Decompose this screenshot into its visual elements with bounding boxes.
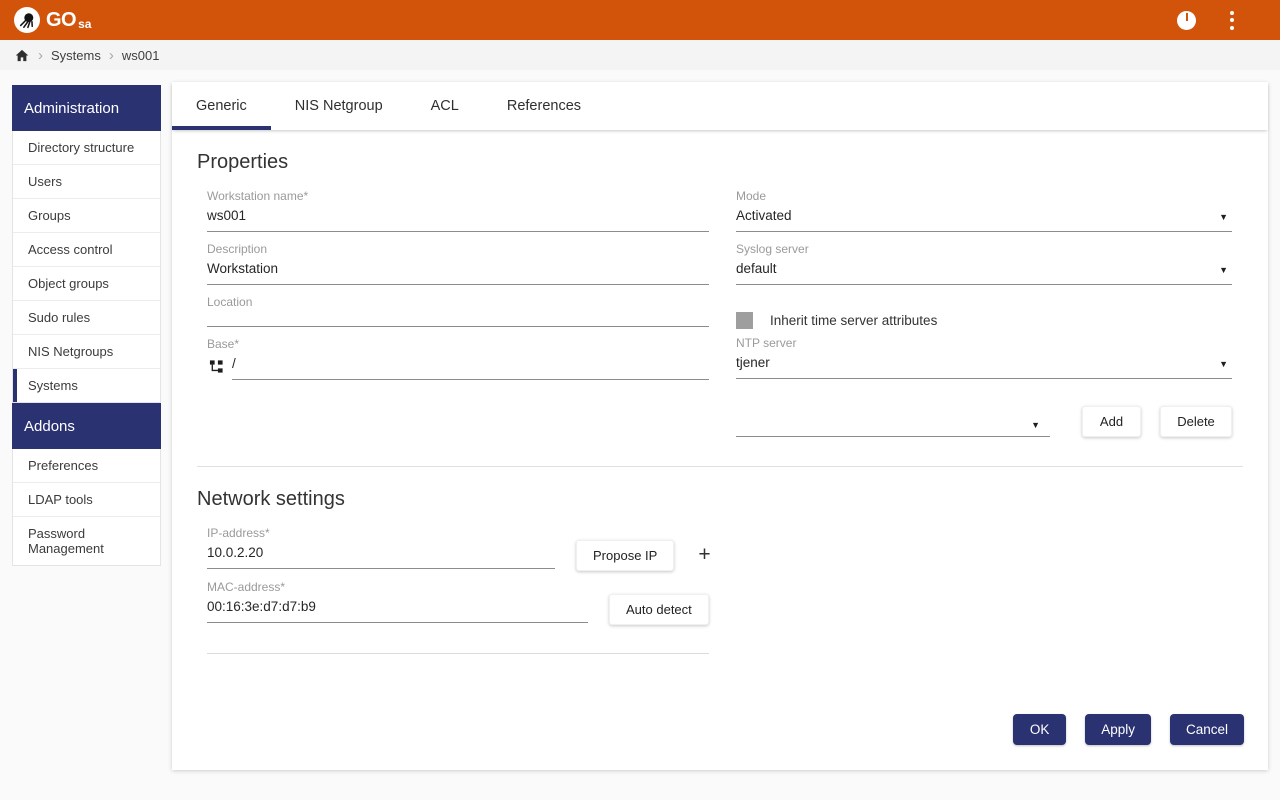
description-field: Description Workstation <box>207 242 709 285</box>
sidebar-section-addons: Addons <box>12 403 161 449</box>
mode-select[interactable]: Activated ▼ <box>736 204 1232 232</box>
tab-references[interactable]: References <box>483 82 605 130</box>
sidebar-section-administration: Administration <box>12 85 161 131</box>
ip-address-input[interactable]: 10.0.2.20 <box>207 541 555 569</box>
syslog-select-value: default <box>736 261 777 276</box>
delete-button[interactable]: Delete <box>1160 406 1232 437</box>
base-label: Base* <box>207 337 709 352</box>
mode-select-value: Activated <box>736 208 792 223</box>
breadcrumb: › Systems › ws001 <box>0 40 1280 70</box>
sidebar-item-preferences[interactable]: Preferences <box>13 449 160 483</box>
ntp-select-value: tjener <box>736 355 770 370</box>
cancel-button[interactable]: Cancel <box>1170 714 1244 745</box>
breadcrumb-ws001[interactable]: ws001 <box>122 48 160 63</box>
apply-button[interactable]: Apply <box>1085 714 1151 745</box>
home-icon[interactable] <box>14 48 30 63</box>
tab-bar: Generic NIS Netgroup ACL References <box>172 82 1268 130</box>
ip-address-field: IP-address* 10.0.2.20 <box>207 526 555 569</box>
sidebar-item-users[interactable]: Users <box>13 165 160 199</box>
mode-label: Mode <box>736 189 1232 204</box>
properties-heading: Properties <box>197 151 1268 174</box>
workstation-name-label: Workstation name* <box>207 189 709 204</box>
ok-button[interactable]: OK <box>1013 714 1066 745</box>
mac-address-row: MAC-address* 00:16:3e:d7:d7:b9 Auto dete… <box>207 580 1268 623</box>
workstation-name-field: Workstation name* ws001 <box>207 189 709 232</box>
tab-acl[interactable]: ACL <box>407 82 483 130</box>
gosa-logo-icon <box>14 7 40 33</box>
mode-field: Mode Activated ▼ <box>736 189 1232 232</box>
sidebar-item-password-management[interactable]: Password Management <box>13 517 160 565</box>
syslog-server-field: Syslog server default ▼ <box>736 242 1232 285</box>
location-input[interactable] <box>207 310 709 327</box>
chevron-down-icon: ▼ <box>1219 360 1228 369</box>
location-label: Location <box>207 295 709 310</box>
logo-suffix-text: sa <box>78 17 91 31</box>
sidebar-item-ldap-tools[interactable]: LDAP tools <box>13 483 160 517</box>
logo-brand-text: GO <box>46 9 76 32</box>
gosa-logo[interactable]: GO sa <box>14 7 91 33</box>
description-input[interactable]: Workstation <box>207 257 709 285</box>
propose-ip-button[interactable]: Propose IP <box>576 540 674 571</box>
tab-nis-netgroup[interactable]: NIS Netgroup <box>271 82 407 130</box>
sidebar-item-object-groups[interactable]: Object groups <box>13 267 160 301</box>
sidebar-item-directory-structure[interactable]: Directory structure <box>13 131 160 165</box>
base-field: Base* / <box>207 337 709 380</box>
chevron-separator-icon: › <box>109 48 114 63</box>
ntp-add-select[interactable]: ▼ <box>736 407 1050 437</box>
section-divider <box>197 466 1243 467</box>
ip-address-row: IP-address* 10.0.2.20 Propose IP + <box>207 526 1268 569</box>
location-field: Location <box>207 295 709 327</box>
clock-icon[interactable] <box>1177 11 1196 30</box>
top-bar: GO sa <box>0 0 1280 40</box>
main-panel: Generic NIS Netgroup ACL References Prop… <box>172 82 1268 770</box>
mac-address-field: MAC-address* 00:16:3e:d7:d7:b9 <box>207 580 588 623</box>
network-settings-heading: Network settings <box>197 488 1268 511</box>
sidebar-item-systems[interactable]: Systems <box>13 369 160 402</box>
mac-address-label: MAC-address* <box>207 580 588 595</box>
description-label: Description <box>207 242 709 257</box>
chevron-down-icon: ▼ <box>1031 421 1040 430</box>
sidebar: Administration Directory structure Users… <box>12 85 161 566</box>
syslog-server-select[interactable]: default ▼ <box>736 257 1232 285</box>
add-button[interactable]: Add <box>1082 406 1141 437</box>
chevron-down-icon: ▼ <box>1219 266 1228 275</box>
sidebar-item-nis-netgroups[interactable]: NIS Netgroups <box>13 335 160 369</box>
ip-address-label: IP-address* <box>207 526 555 541</box>
plus-icon[interactable]: + <box>698 545 710 565</box>
inherit-time-checkbox[interactable] <box>736 312 753 329</box>
light-divider <box>207 653 709 654</box>
ntp-actions-row: ▼ Add Delete <box>736 406 1232 437</box>
breadcrumb-systems[interactable]: Systems <box>51 48 101 63</box>
chevron-down-icon: ▼ <box>1219 213 1228 222</box>
mac-address-input[interactable]: 00:16:3e:d7:d7:b9 <box>207 595 588 623</box>
ntp-server-label: NTP server <box>736 336 1232 351</box>
ntp-server-select[interactable]: tjener ▼ <box>736 351 1232 379</box>
syslog-server-label: Syslog server <box>736 242 1232 257</box>
workstation-name-input[interactable]: ws001 <box>207 204 709 232</box>
inherit-time-row: Inherit time server attributes <box>736 312 1232 329</box>
ntp-server-field: NTP server tjener ▼ <box>736 336 1232 379</box>
chevron-separator-icon: › <box>38 48 43 63</box>
auto-detect-button[interactable]: Auto detect <box>609 594 709 625</box>
sidebar-item-access-control[interactable]: Access control <box>13 233 160 267</box>
footer-actions: OK Apply Cancel <box>1013 714 1244 745</box>
inherit-time-label: Inherit time server attributes <box>770 313 937 328</box>
base-tree-icon[interactable] <box>209 359 224 374</box>
base-input[interactable]: / <box>232 352 709 380</box>
kebab-menu-icon[interactable] <box>1224 7 1240 34</box>
sidebar-item-sudo-rules[interactable]: Sudo rules <box>13 301 160 335</box>
sidebar-item-groups[interactable]: Groups <box>13 199 160 233</box>
tab-generic[interactable]: Generic <box>172 82 271 130</box>
